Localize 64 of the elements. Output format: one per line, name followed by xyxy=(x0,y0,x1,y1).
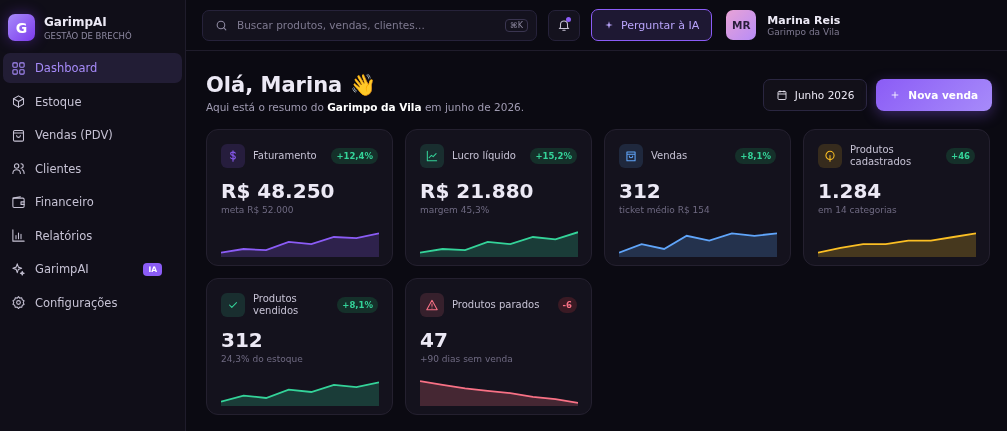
sparkle-icon xyxy=(604,20,614,30)
greeting: Olá, Marina 👋 xyxy=(206,73,377,97)
change-badge: +15,2% xyxy=(530,147,577,164)
sparkle-icon xyxy=(11,261,26,277)
check-icon xyxy=(221,292,245,317)
metric-value: 1.284 xyxy=(818,179,883,203)
nav-item[interactable]: Configurações xyxy=(3,287,182,318)
wallet-icon xyxy=(11,194,26,210)
metric-note: meta R$ 52.000 xyxy=(221,205,295,215)
nav-item[interactable]: Clientes xyxy=(3,153,182,184)
logo: G xyxy=(8,14,35,41)
bag-icon xyxy=(11,127,26,143)
line-chart-icon xyxy=(420,143,444,168)
metric-note: margem 45,3% xyxy=(420,205,491,215)
change-badge: +46 xyxy=(946,147,975,164)
dashboard-icon xyxy=(11,60,26,76)
users-icon xyxy=(11,161,26,176)
metric-value: R$ 21.880 xyxy=(420,179,535,203)
ask-ai-button[interactable]: Perguntar à IA xyxy=(591,9,713,41)
card-title: Produtos cadastrados xyxy=(850,144,913,167)
shortcut-hint: ⌘K xyxy=(504,18,528,32)
card-title: Faturamento xyxy=(253,149,318,162)
search-icon xyxy=(215,18,228,32)
user-name: Marina Reis xyxy=(767,13,841,27)
metric-value: 312 xyxy=(619,179,662,203)
notifications-button[interactable] xyxy=(548,9,580,41)
nav-item[interactable]: Dashboard xyxy=(3,53,182,83)
metric-value: 312 xyxy=(221,328,264,352)
card-title: Produtos parados xyxy=(452,298,541,311)
bag-icon xyxy=(619,143,643,168)
metric-note: ticket médio R$ 154 xyxy=(619,205,711,215)
nav-item[interactable]: Financeiro xyxy=(3,187,182,217)
user-avatar[interactable]: MR xyxy=(726,10,757,40)
card-title: Produtos vendidos xyxy=(253,293,300,316)
calendar-icon xyxy=(775,89,788,101)
metric-note: em 14 categorias xyxy=(818,205,898,215)
summary-text: Aqui está o resumo do Garimpo da Vila em junho de 2026. xyxy=(206,101,525,113)
warning-icon xyxy=(420,292,444,317)
search-box[interactable]: Buscar produtos, vendas, clientes... ⌘K xyxy=(202,9,537,41)
bar-chart-icon xyxy=(11,228,26,243)
nav-item[interactable]: Relatórios xyxy=(3,220,182,251)
card-title: Vendas xyxy=(651,149,689,162)
cube-icon xyxy=(11,94,26,109)
app-name: GarimpAI xyxy=(44,14,108,29)
store-name: Garimpo da Vila xyxy=(767,26,841,37)
metric-value: R$ 48.250 xyxy=(221,179,336,203)
nav-item[interactable]: Vendas (PDV) xyxy=(3,120,182,150)
change-badge: -6 xyxy=(557,296,577,313)
bell-icon xyxy=(557,18,571,32)
app-tagline: GESTÃO DE BRECHÓ xyxy=(44,30,132,41)
metric-note: 24,3% do estoque xyxy=(221,354,304,364)
dollar-icon xyxy=(221,143,245,168)
change-badge: +8,1% xyxy=(735,147,776,164)
settings-icon xyxy=(11,295,26,310)
plus-icon xyxy=(890,90,901,100)
metric-value: 47 xyxy=(420,328,449,352)
period-button[interactable]: Junho 2026 xyxy=(762,79,868,111)
card-title: Lucro líquido xyxy=(452,149,517,162)
nav-item[interactable]: Estoque xyxy=(3,86,182,117)
change-badge: +8,1% xyxy=(337,296,378,313)
metric-note: +90 dias sem venda xyxy=(420,354,514,364)
search-field[interactable]: Buscar produtos, vendas, clientes... xyxy=(237,19,496,31)
change-badge: +12,4% xyxy=(331,147,378,164)
new-sale-button[interactable]: Nova venda xyxy=(876,79,992,111)
